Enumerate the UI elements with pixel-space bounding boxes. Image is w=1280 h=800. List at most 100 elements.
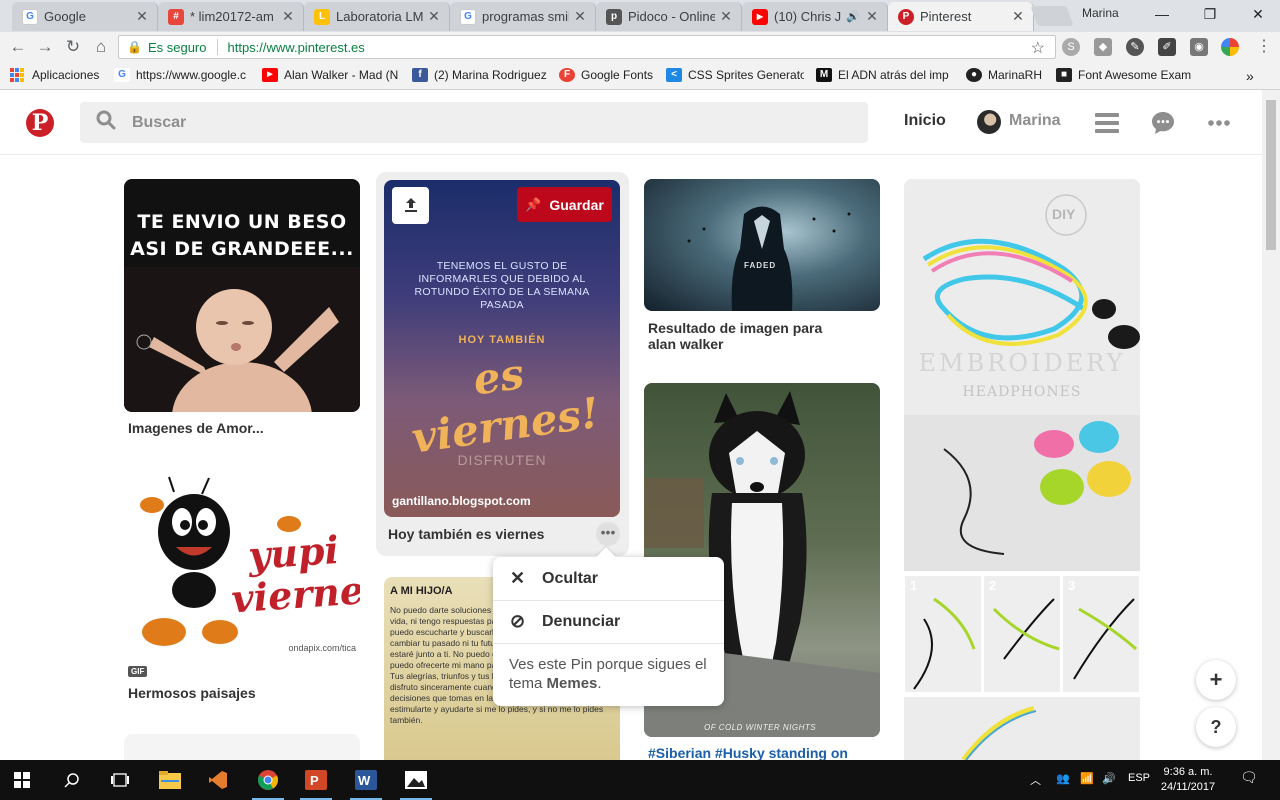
bookmark-facebook[interactable]: f (2) Marina Rodriguez [412, 68, 547, 82]
pin-image[interactable]: FADED [644, 179, 880, 311]
wifi-icon[interactable]: 📶 [1080, 772, 1094, 785]
reason-topic-link[interactable]: Memes [547, 675, 598, 692]
pin-card[interactable]: TE ENVIO UN BESO ASI DE GRANDEEE... Imag… [124, 179, 360, 436]
extension-cube-icon[interactable]: ◆ [1094, 38, 1112, 56]
notifications-icon[interactable]: 🗨 [1240, 769, 1258, 786]
more-bookmarks-icon[interactable]: » [1246, 68, 1254, 84]
page-scrollbar[interactable] [1262, 90, 1280, 760]
word-icon[interactable]: W [346, 766, 386, 800]
bookmark-css-sprites[interactable]: < CSS Sprites Generato [666, 68, 804, 82]
pin-source-link[interactable]: gantillano.blogspot.com [392, 494, 531, 508]
pin-image[interactable] [124, 734, 360, 760]
pin-watermark: ondapix.com/tica [288, 643, 356, 653]
embroidery-headphones-image [904, 179, 1140, 760]
close-icon[interactable]: ✕ [1011, 8, 1025, 25]
menu-item-hide[interactable]: ✕ Ocultar [493, 557, 724, 600]
maximize-icon[interactable]: ❐ [1190, 2, 1230, 26]
chrome-taskbar-icon[interactable] [248, 766, 288, 800]
file-explorer-icon[interactable] [150, 766, 190, 794]
pin-card[interactable]: DIY EMBROIDERY HEADPHONES 1 2 3 [904, 179, 1140, 760]
camera-icon[interactable]: ◉ [1190, 38, 1208, 56]
search-icon[interactable] [52, 766, 92, 794]
tab-pidoco[interactable]: p Pidoco - Online ✕ [596, 2, 742, 31]
chrome-extension-icon[interactable] [1221, 38, 1239, 56]
close-icon[interactable]: ✕ [573, 8, 587, 25]
tab-laboratoria[interactable]: L Laboratoria LMS ✕ [304, 2, 450, 31]
skype-icon[interactable]: S [1062, 38, 1080, 56]
language-indicator[interactable]: ESP [1128, 772, 1150, 784]
scrollbar-thumb[interactable] [1266, 100, 1276, 250]
add-pin-button[interactable]: + [1196, 660, 1236, 700]
bookmark-alan-walker[interactable]: ▶ Alan Walker - Mad (N [262, 68, 400, 82]
bookmark-star-icon[interactable]: ☆ [1031, 38, 1045, 58]
pin-card-hovered[interactable]: TENEMOS EL GUSTO DE INFORMARLES QUE DEBI… [384, 180, 620, 542]
chrome-menu-icon[interactable]: ⋮ [1252, 35, 1276, 59]
pin-card[interactable] [124, 734, 360, 760]
close-window-icon[interactable]: ✕ [1238, 2, 1278, 26]
more-options-icon[interactable] [1206, 110, 1232, 136]
pin-image[interactable]: TE ENVIO UN BESO ASI DE GRANDEEE... [124, 179, 360, 412]
send-pin-button[interactable] [392, 187, 429, 224]
tab-chris-jeday[interactable]: ▶ (10) Chris Je 🔊 ✕ [742, 2, 888, 31]
bookmark-google[interactable]: G https://www.google.c [114, 68, 254, 82]
pin-card[interactable]: yupi viernes! ondapix.com/tica GIF Hermo… [124, 472, 360, 701]
pin-caption[interactable]: Hoy también es viernes [388, 526, 620, 542]
search-input[interactable] [132, 113, 732, 132]
pin-image[interactable]: TENEMOS EL GUSTO DE INFORMARLES QUE DEBI… [384, 180, 620, 517]
help-button[interactable]: ? [1196, 707, 1236, 747]
bookmark-font-awesome[interactable]: ■ Font Awesome Exam [1056, 68, 1194, 82]
menu-item-report[interactable]: ⊘ Denunciar [493, 600, 724, 643]
pin-caption[interactable]: Resultado de imagen para alan walker [648, 320, 848, 352]
pinterest-logo-icon[interactable]: P [26, 109, 54, 137]
address-bar[interactable]: 🔒 Es seguro https://www.pinterest.es ☆ [118, 35, 1056, 59]
close-icon[interactable]: ✕ [865, 8, 879, 25]
tab-pinterest[interactable]: P Pinterest ✕ [888, 2, 1034, 31]
chevron-up-icon[interactable]: ︿ [1030, 772, 1041, 788]
nav-home[interactable]: Inicio [904, 112, 946, 130]
visual-studio-icon[interactable] [198, 766, 238, 794]
powerpoint-icon[interactable]: P [296, 766, 336, 800]
close-icon[interactable]: ✕ [719, 8, 733, 25]
minimize-icon[interactable]: — [1142, 2, 1182, 26]
volume-icon[interactable]: 🔊 [1102, 772, 1116, 785]
people-icon[interactable]: 👥 [1056, 772, 1070, 785]
bookmark-github[interactable]: ● MarinaRH [966, 68, 1042, 82]
tab-programas-smile[interactable]: G programas smile ✕ [450, 2, 596, 31]
reload-icon[interactable]: ↻ [61, 35, 85, 59]
pin-image[interactable]: DIY EMBROIDERY HEADPHONES 1 2 3 [904, 179, 1140, 760]
photos-icon[interactable] [396, 766, 436, 800]
close-icon[interactable]: ✕ [427, 8, 441, 25]
menu-icon[interactable] [1094, 110, 1120, 136]
task-view-icon[interactable] [100, 766, 140, 794]
save-pin-button[interactable]: 📌 Guardar [517, 187, 612, 222]
nav-profile[interactable]: Marina [1009, 112, 1061, 130]
new-tab-button[interactable] [1030, 6, 1074, 26]
color-picker-icon[interactable]: ✎ [1126, 38, 1144, 56]
tab-google[interactable]: G Google ✕ [12, 2, 158, 31]
tab-lim20172[interactable]: # * lim20172-am | ✕ [158, 2, 304, 31]
pin-caption[interactable]: Hermosos paisajes [128, 685, 360, 701]
messages-icon[interactable] [1150, 110, 1176, 136]
search-bar[interactable] [80, 102, 868, 143]
url-text[interactable]: https://www.pinterest.es [228, 40, 365, 55]
pin-caption[interactable]: Imagenes de Amor... [128, 420, 360, 436]
pin-image[interactable]: yupi viernes! ondapix.com/tica [124, 472, 360, 658]
pin-card[interactable]: FADED Resultado de imagen para alan walk… [644, 179, 880, 352]
window-user-label[interactable]: Marina [1082, 6, 1119, 20]
bookmark-medium[interactable]: M El ADN atrás del imp [816, 68, 954, 82]
pin-options-button[interactable]: ••• [596, 522, 620, 546]
eyedropper-icon[interactable]: ✐ [1158, 38, 1176, 56]
bookmark-apps[interactable]: Aplicaciones [10, 68, 99, 82]
bookmark-google-fonts[interactable]: F Google Fonts [559, 68, 653, 82]
forward-icon[interactable]: → [33, 35, 57, 59]
windows-start-icon[interactable] [2, 766, 42, 794]
taskbar-clock[interactable]: 9:36 a. m. 24/11/2017 [1158, 765, 1218, 795]
speaker-icon[interactable]: 🔊 [845, 10, 861, 23]
laboratoria-icon: L [314, 8, 330, 25]
back-icon[interactable]: ← [6, 35, 30, 59]
avatar[interactable] [977, 110, 1001, 134]
home-icon[interactable]: ⌂ [89, 35, 113, 59]
pin-caption[interactable]: #Siberian #Husky standing on [648, 745, 880, 761]
close-icon[interactable]: ✕ [281, 8, 295, 25]
close-icon[interactable]: ✕ [135, 8, 149, 25]
